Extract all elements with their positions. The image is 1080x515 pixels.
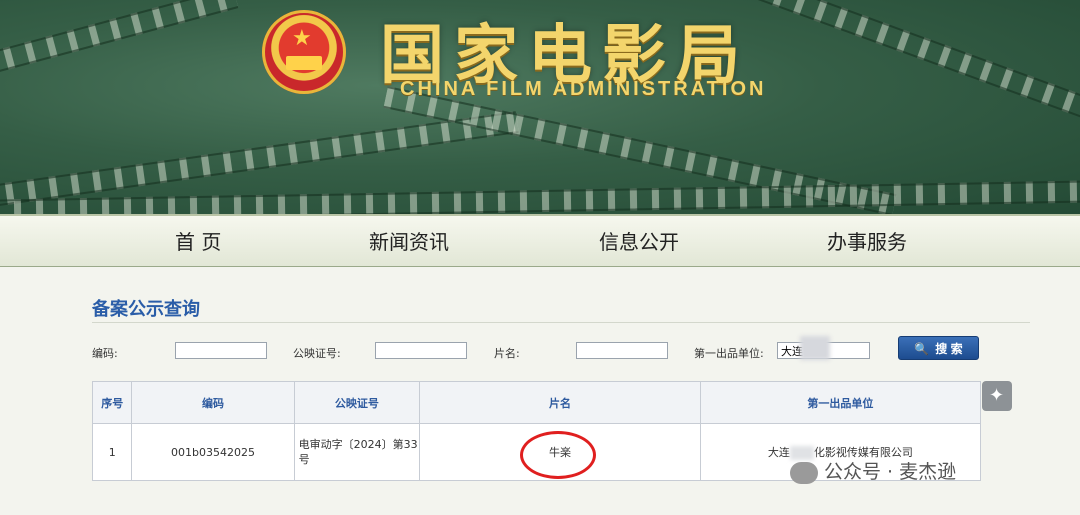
column-header: 编码 <box>131 381 295 424</box>
column-header: 第一出品单位 <box>699 381 982 424</box>
wechat-icon <box>790 461 818 484</box>
film-strip-decoration <box>0 0 239 76</box>
cert-input[interactable] <box>375 342 467 359</box>
watermark-text: 公众号 · 麦杰逊 <box>824 461 957 483</box>
column-header: 片名 <box>419 381 701 424</box>
cell-cert: 电审动字〔2024〕第33 号 <box>293 423 421 481</box>
search-icon: 🔍 <box>914 341 930 356</box>
site-subtitle: CHINA FILM ADMINISTRATION <box>400 78 767 100</box>
nav-item-news[interactable]: 新闻资讯 <box>369 226 449 255</box>
column-header: 公映证号 <box>293 381 421 424</box>
search-button-label: 搜 索 <box>935 341 963 356</box>
film-strip-decoration <box>710 0 1080 141</box>
cell-code: 001b03542025 <box>131 423 295 481</box>
column-header: 序号 <box>91 381 133 424</box>
watermark: 公众号 · 麦杰逊 <box>790 457 956 484</box>
cert-label: 公映证号: <box>293 347 341 360</box>
producer-prefix: 大连 <box>767 446 790 459</box>
film-input[interactable] <box>576 342 668 359</box>
main-content: 备案公示查询 编码: 公映证号: 片名: 第一出品单位: 🔍 搜 索 ✦ 序号 编… <box>0 267 1080 515</box>
annotation-circle <box>520 431 596 479</box>
code-input[interactable] <box>175 342 267 359</box>
header-banner: ★ 国家电影局 CHINA FILM ADMINISTRATION <box>0 0 1080 214</box>
nav-item-services[interactable]: 办事服务 <box>827 226 907 255</box>
table-header-row: 序号 编码 公映证号 片名 第一出品单位 <box>91 381 982 424</box>
magic-wand-button[interactable]: ✦ <box>982 381 1012 411</box>
nav-item-home[interactable]: 首 页 <box>175 226 221 255</box>
search-button[interactable]: 🔍 搜 索 <box>898 336 979 360</box>
page-title: 备案公示查询 <box>92 299 200 320</box>
code-label: 编码: <box>92 347 118 360</box>
cert-line-1: 电审动字〔2024〕第33 <box>298 438 418 451</box>
film-label: 片名: <box>494 347 520 360</box>
cell-index: 1 <box>91 423 133 481</box>
film-strip-decoration <box>0 179 1080 214</box>
cert-line-2: 号 <box>298 453 310 466</box>
magic-wand-icon: ✦ <box>989 385 1005 406</box>
national-emblem-icon: ★ <box>262 10 346 94</box>
divider <box>92 322 1030 323</box>
producer-label: 第一出品单位: <box>694 347 764 360</box>
redaction-blur <box>800 336 830 360</box>
main-nav: 首 页 新闻资讯 信息公开 办事服务 <box>0 214 1080 269</box>
nav-item-disclosure[interactable]: 信息公开 <box>599 226 679 255</box>
